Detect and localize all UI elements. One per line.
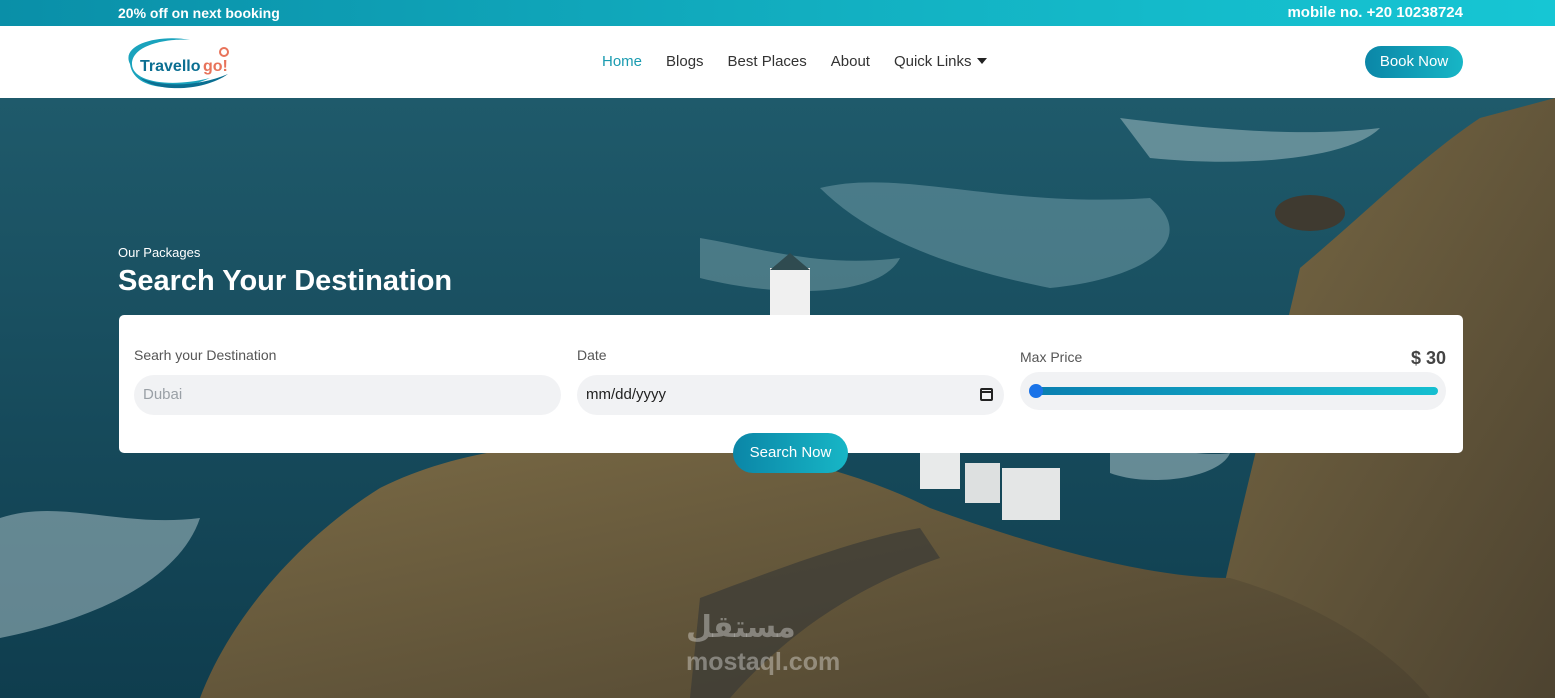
date-label: Date bbox=[577, 347, 607, 363]
max-price-value: $ 30 bbox=[1410, 348, 1446, 368]
promo-bar: 20% off on next booking mobile no. +20 1… bbox=[0, 0, 1555, 26]
logo[interactable]: Travello go! bbox=[120, 34, 232, 90]
nav-home[interactable]: Home bbox=[602, 53, 642, 70]
nav-quick-links-label: Quick Links bbox=[893, 53, 972, 70]
search-now-button[interactable]: Search Now bbox=[733, 433, 848, 473]
destination-input[interactable]: Dubai bbox=[134, 375, 561, 415]
caret-down-icon bbox=[976, 58, 987, 64]
max-price-label: Max Price bbox=[1020, 349, 1083, 365]
hero-section: Our Packages Search Your Destination Sea… bbox=[0, 98, 1555, 698]
book-now-button[interactable]: Book Now bbox=[1365, 46, 1463, 78]
nav-quick-links[interactable]: Quick Links bbox=[894, 53, 987, 70]
phone-number: mobile no. +20 10238724 bbox=[1287, 4, 1463, 21]
slider-thumb[interactable] bbox=[1029, 384, 1043, 398]
section-kicker: Our Packages bbox=[118, 245, 201, 260]
slider-track[interactable] bbox=[1034, 387, 1438, 395]
promo-text: 20% off on next booking bbox=[118, 5, 280, 21]
main-nav: Home Blogs Best Places About Quick Links bbox=[602, 53, 1011, 70]
svg-text:go!: go! bbox=[203, 58, 228, 75]
watermark-latin: mostaql.com bbox=[686, 648, 841, 676]
destination-label: Searh your Destination bbox=[134, 347, 277, 363]
page-title: Search Your Destination bbox=[118, 265, 453, 297]
logo-text: Travello bbox=[140, 58, 201, 75]
nav-about[interactable]: About bbox=[831, 53, 870, 70]
watermark: مستقل mostaql.com bbox=[686, 610, 840, 676]
date-value: mm/dd/yyyy bbox=[586, 386, 667, 403]
nav-best-places[interactable]: Best Places bbox=[728, 53, 807, 70]
nav-blogs[interactable]: Blogs bbox=[666, 53, 704, 70]
navbar: Travello go! Home Blogs Best Places Abou… bbox=[0, 26, 1555, 98]
max-price-slider[interactable] bbox=[1020, 372, 1446, 410]
calendar-icon[interactable] bbox=[980, 388, 993, 401]
watermark-arabic: مستقل bbox=[686, 611, 796, 644]
date-input[interactable]: mm/dd/yyyy bbox=[577, 375, 1004, 415]
